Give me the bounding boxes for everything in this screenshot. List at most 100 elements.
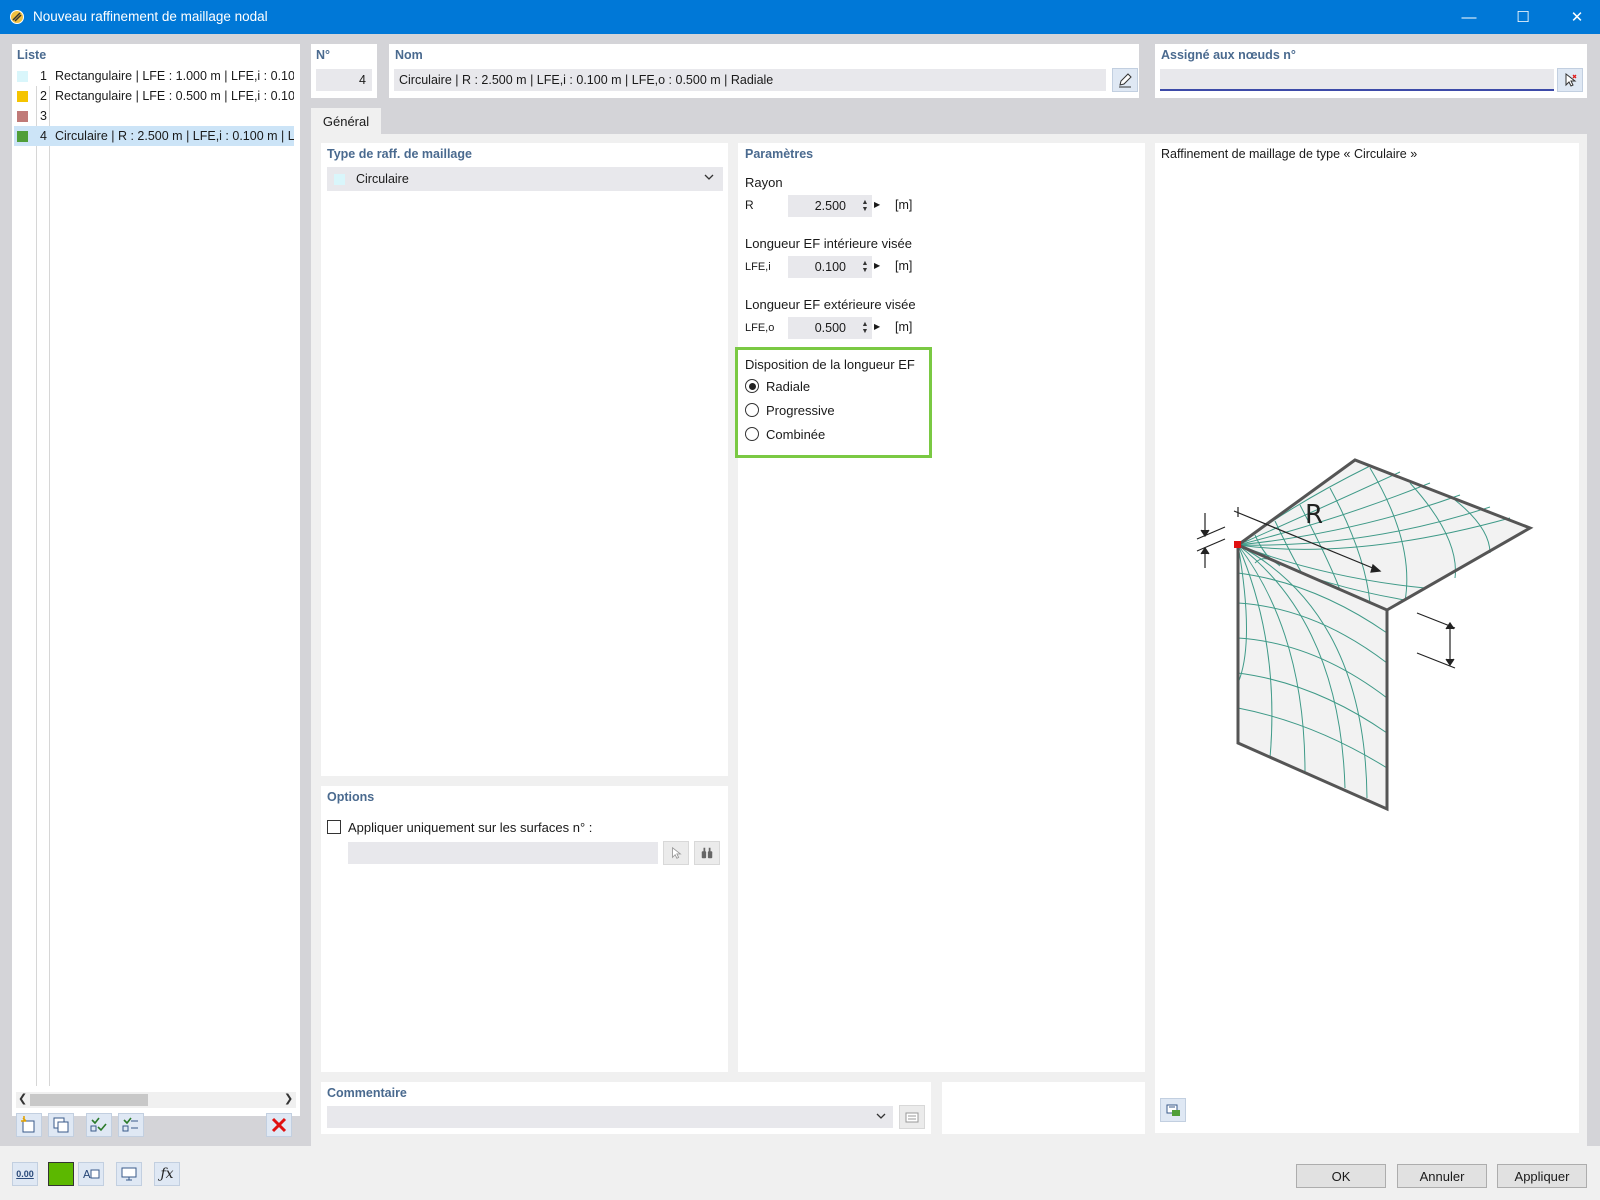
scroll-left-icon[interactable]: ❮ <box>18 1092 27 1105</box>
radius-spinner[interactable]: ▲ ▼ <box>860 197 870 215</box>
list-item-swatch <box>17 130 28 142</box>
preview-panel: Raffinement de maillage de type « Circul… <box>1155 143 1579 1133</box>
distribution-title: Disposition de la longueur EF <box>745 357 915 372</box>
comment-library-button[interactable] <box>899 1105 925 1129</box>
view-button[interactable] <box>116 1162 142 1186</box>
list-item-label: Circulaire | R : 2.500 m | LFE,i : 0.100… <box>55 129 294 143</box>
outer-length-symbol: LFE,o <box>745 322 775 334</box>
list-item-number: 4 <box>40 129 47 143</box>
radio-radiale-label: Radiale <box>766 379 811 394</box>
comment-library-icon <box>905 1112 919 1123</box>
radio-progressive-label: Progressive <box>766 403 835 418</box>
assigned-panel: Assigné aux nœuds n° <box>1155 44 1587 98</box>
radius-label: R <box>1305 500 1323 530</box>
pick-nodes-button[interactable] <box>1557 68 1583 92</box>
outer-length-arrow-icon[interactable]: ▶ <box>874 322 880 331</box>
preview-options-button[interactable] <box>1160 1098 1186 1122</box>
comment-select[interactable] <box>327 1106 893 1128</box>
list-item-number: 2 <box>40 89 47 103</box>
radio-combinee[interactable] <box>745 427 759 441</box>
tab-strip <box>311 108 1587 134</box>
surfaces-input[interactable] <box>348 842 658 864</box>
outer-length-unit: [m] <box>895 320 913 334</box>
svg-text:A: A <box>83 1168 91 1181</box>
delete-x-icon <box>271 1117 287 1133</box>
units-button[interactable]: A <box>78 1162 104 1186</box>
number-panel: N° 4 <box>311 44 377 98</box>
edit-name-button[interactable] <box>1112 68 1138 92</box>
check-toggle-icon <box>122 1117 138 1132</box>
parameters-panel: Paramètres Rayon R 2.500 ▲ ▼ ▶ [m] Longue… <box>735 143 1145 1072</box>
name-label: Nom <box>395 48 423 62</box>
title-bar: Nouveau raffinement de maillage nodal — … <box>0 0 1600 34</box>
monitor-icon <box>121 1167 137 1181</box>
list-item[interactable]: 2 Rectangulaire | LFE : 0.500 m | LFE,i :… <box>14 86 294 106</box>
tab-general[interactable]: Général <box>311 108 381 135</box>
cancel-button[interactable]: Annuler <box>1397 1164 1487 1188</box>
radio-progressive[interactable] <box>745 403 759 417</box>
edit-pencil-icon <box>1119 73 1132 88</box>
list-item[interactable]: 1 Rectangulaire | LFE : 1.000 m | LFE,i :… <box>14 66 294 86</box>
mesh-type-title: Type de raff. de maillage <box>327 147 472 161</box>
list-title: Liste <box>17 48 47 62</box>
list-item-number: 3 <box>40 109 47 123</box>
mesh-type-select[interactable]: Circulaire <box>327 167 723 191</box>
copy-item-button[interactable] <box>48 1113 74 1137</box>
comment-panel: Commentaire <box>321 1082 931 1134</box>
list-item-swatch <box>17 70 28 82</box>
binoculars-icon <box>701 847 713 859</box>
numeric-display-button[interactable]: 0.00 <box>12 1162 38 1186</box>
list-item-number: 1 <box>40 69 47 83</box>
formula-button[interactable]: ƒx <box>154 1162 180 1186</box>
apply-only-checkbox[interactable] <box>327 820 341 834</box>
chevron-down-icon <box>875 1110 887 1125</box>
radio-radiale[interactable] <box>745 379 759 393</box>
pick-surfaces-button[interactable] <box>663 841 689 865</box>
new-item-icon <box>21 1116 35 1133</box>
comment-side-panel <box>942 1082 1145 1134</box>
maximize-button[interactable]: ☐ <box>1500 0 1546 34</box>
uncheck-button[interactable] <box>118 1113 144 1137</box>
window-title: Nouveau raffinement de maillage nodal <box>33 9 268 24</box>
number-label: N° <box>316 48 331 62</box>
radius-arrow-icon[interactable]: ▶ <box>874 200 880 209</box>
copy-icon <box>53 1117 69 1133</box>
pick-cursor-icon <box>672 846 682 859</box>
list-item[interactable]: 3 <box>14 106 294 126</box>
list-item[interactable]: 4 Circulaire | R : 2.500 m | LFE,i : 0.10… <box>14 126 294 146</box>
name-panel: Nom Circulaire | R : 2.500 m | LFE,i : 0… <box>389 44 1139 98</box>
parameters-title: Paramètres <box>745 147 814 161</box>
check-all-button[interactable] <box>86 1113 112 1137</box>
name-field[interactable]: Circulaire | R : 2.500 m | LFE,i : 0.100… <box>394 69 1106 91</box>
find-surfaces-button[interactable] <box>694 841 720 865</box>
ok-button[interactable]: OK <box>1296 1164 1386 1188</box>
list-item-swatch <box>17 110 28 122</box>
assigned-nodes-input[interactable] <box>1160 69 1554 91</box>
number-field[interactable]: 4 <box>316 69 372 91</box>
list-item-swatch <box>17 90 28 102</box>
delete-button[interactable] <box>266 1113 292 1137</box>
close-window-button[interactable]: ✕ <box>1554 0 1600 34</box>
color-swatch-button[interactable] <box>48 1162 74 1186</box>
mesh-type-swatch <box>334 173 345 185</box>
options-panel: Options Appliquer uniquement sur les sur… <box>321 786 728 1072</box>
new-item-button[interactable] <box>16 1113 42 1137</box>
app-icon <box>9 9 25 25</box>
scroll-right-icon[interactable]: ❯ <box>284 1092 293 1105</box>
preview-title: Raffinement de maillage de type « Circul… <box>1161 147 1418 161</box>
list-horizontal-scrollbar[interactable]: ❮ ❯ <box>16 1092 296 1108</box>
check-list-icon <box>90 1117 107 1132</box>
apply-button[interactable]: Appliquer <box>1497 1164 1587 1188</box>
comment-title: Commentaire <box>327 1086 407 1100</box>
inner-length-heading: Longueur EF intérieure visée <box>745 236 912 251</box>
scrollbar-thumb[interactable] <box>30 1094 148 1106</box>
inner-length-arrow-icon[interactable]: ▶ <box>874 261 880 270</box>
assigned-label: Assigné aux nœuds n° <box>1161 48 1296 62</box>
radio-combinee-label: Combinée <box>766 427 826 442</box>
inner-length-spinner[interactable]: ▲ ▼ <box>860 258 870 276</box>
minimize-button[interactable]: — <box>1446 0 1492 34</box>
radius-unit: [m] <box>895 198 913 212</box>
outer-length-spinner[interactable]: ▲ ▼ <box>860 319 870 337</box>
apply-only-label: Appliquer uniquement sur les surfaces n°… <box>348 820 593 835</box>
inner-length-unit: [m] <box>895 259 913 273</box>
